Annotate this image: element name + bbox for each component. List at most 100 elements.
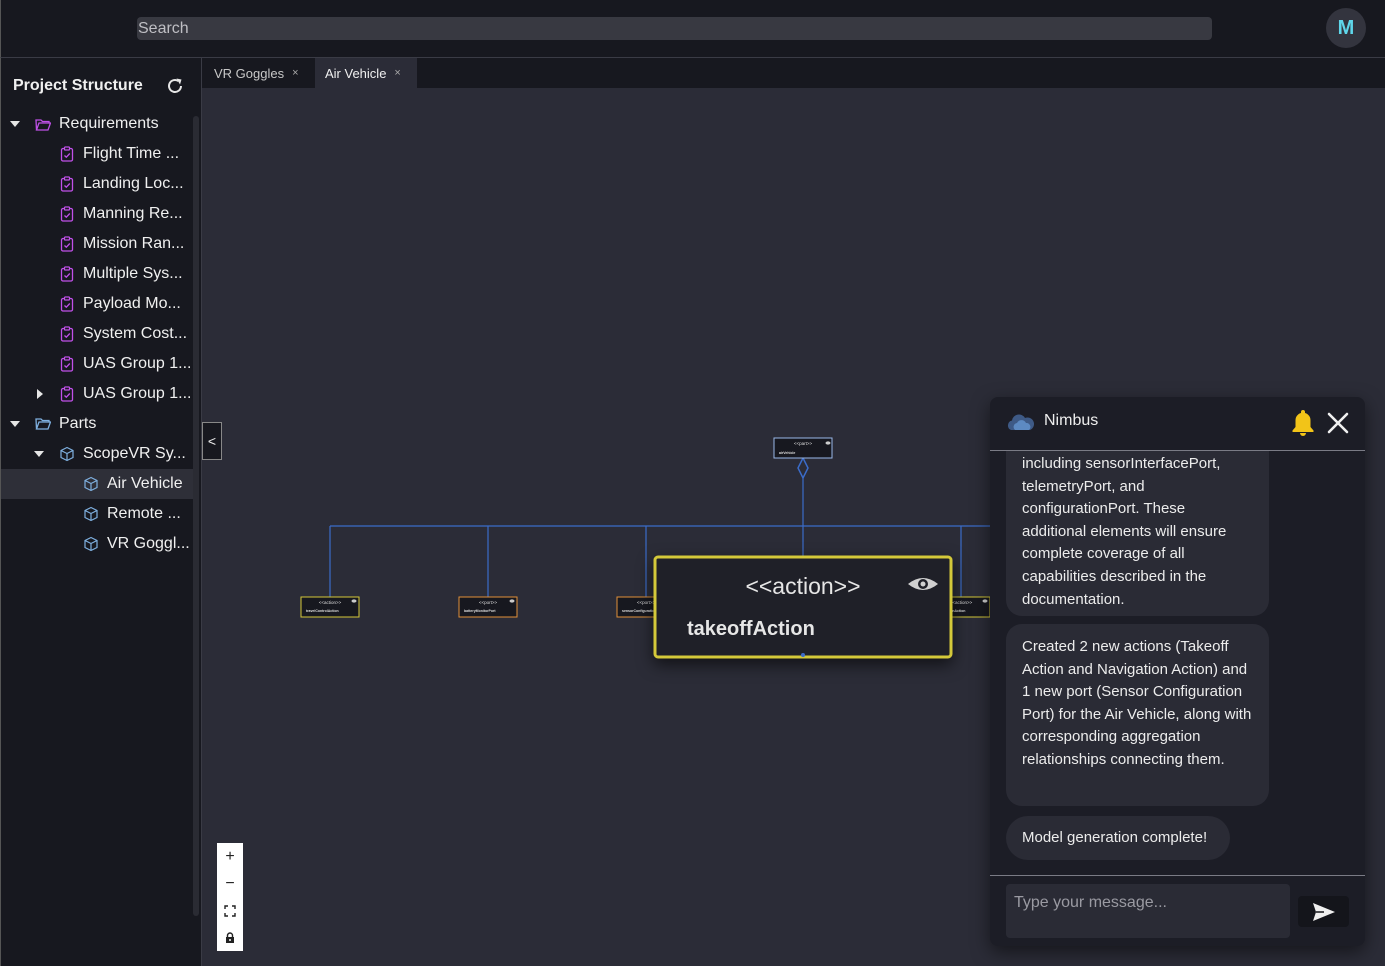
tree-item-requirement[interactable]: UAS Group 1... (1, 379, 193, 409)
project-structure-sidebar: Project Structure Requirements Flight Ti… (0, 58, 202, 966)
tree-item-label: Payload Mo... (83, 295, 181, 312)
zoom-out-button[interactable]: − (217, 870, 243, 897)
fit-view-icon (224, 904, 236, 917)
tree-item-label: Manning Re... (83, 205, 183, 222)
aggregation-diamond-icon (797, 456, 809, 480)
tab-label: VR Goggles (214, 65, 285, 81)
chat-messages: including sensorInterfacePort, telemetry… (990, 451, 1365, 874)
cube-icon (84, 536, 98, 552)
caret-down-icon[interactable] (10, 119, 20, 129)
cube-icon (84, 506, 98, 522)
node-stereotype: <<action>> (745, 573, 860, 599)
node-stereotype: <<part>> (794, 441, 813, 446)
close-icon[interactable]: × (394, 67, 400, 79)
node-name: airVehicle (779, 451, 795, 455)
zoom-in-button[interactable]: + (217, 843, 243, 870)
clipboard-check-icon (60, 236, 74, 252)
node-name: batteryMonitorPort (464, 609, 496, 613)
tree-item-label: ScopeVR Sy... (83, 445, 186, 462)
close-icon[interactable]: × (292, 67, 298, 79)
clipboard-check-icon (60, 356, 74, 372)
folder-open-icon (35, 119, 51, 131)
send-icon (1312, 902, 1335, 921)
tree-item-label: Requirements (59, 115, 159, 132)
node-name: takeoffAction (687, 618, 815, 640)
sidebar-title: Project Structure (13, 77, 143, 94)
clipboard-check-icon (60, 146, 74, 162)
fit-view-button[interactable] (217, 897, 243, 924)
tree-item-requirement[interactable]: System Cost... (1, 319, 193, 349)
tree-item-requirement[interactable]: Payload Mo... (1, 289, 193, 319)
zoom-controls: + − (217, 843, 243, 951)
node-stereotype: <<port>> (637, 600, 656, 605)
node-small[interactable]: <<action>> travelControlAction (300, 596, 360, 618)
tree-item-label: System Cost... (83, 325, 188, 342)
tab-label: Air Vehicle (325, 65, 387, 81)
tree-item-label: Mission Ran... (83, 235, 185, 252)
tree-item-requirement[interactable]: Mission Ran... (1, 229, 193, 259)
eye-icon[interactable] (982, 599, 988, 603)
eye-icon[interactable] (351, 599, 357, 603)
node-airvehicle[interactable]: <<part>> airVehicle (773, 437, 833, 459)
chat-message: Model generation complete! (1006, 816, 1230, 860)
close-icon[interactable] (1327, 412, 1349, 434)
tree-item-label: Flight Time ... (83, 145, 180, 162)
tree-item-requirement[interactable]: Flight Time ... (1, 139, 193, 169)
chat-footer (990, 875, 1365, 946)
tree-item-requirement[interactable]: Manning Re... (1, 199, 193, 229)
user-avatar[interactable]: M (1326, 8, 1366, 48)
clipboard-check-icon (60, 206, 74, 222)
clipboard-check-icon (60, 326, 74, 342)
node-small[interactable]: <<port>> batteryMonitorPort (458, 596, 518, 618)
caret-down-icon[interactable] (10, 419, 20, 429)
tree-item-label: Landing Loc... (83, 175, 184, 192)
tab-air-vehicle[interactable]: Air Vehicle × (315, 58, 417, 88)
nimbus-chat-panel: Nimbus including sensorInterfacePort, te… (990, 397, 1365, 946)
top-bar: M (0, 0, 1385, 58)
collapse-sidebar-button[interactable]: < (202, 422, 222, 460)
node-focused-takeoffaction[interactable]: <<action>> takeoffAction (653, 555, 953, 659)
project-tree: Requirements Flight Time ... Landing Loc… (1, 109, 193, 559)
caret-down-icon[interactable] (34, 449, 44, 459)
cube-icon (84, 476, 98, 492)
tree-item-part[interactable]: Remote ... (1, 499, 193, 529)
tree-folder-requirements[interactable]: Requirements (1, 109, 193, 139)
node-stereotype: <<action>> (319, 600, 342, 605)
chat-title: Nimbus (1044, 412, 1099, 429)
tree-item-part-selected[interactable]: Air Vehicle (1, 469, 193, 499)
cloud-logo-icon (1007, 414, 1034, 430)
tree-item-requirement[interactable]: Multiple Sys... (1, 259, 193, 289)
tree-item-part[interactable]: ScopeVR Sy... (1, 439, 193, 469)
refresh-icon[interactable] (165, 76, 185, 96)
clipboard-check-icon (60, 386, 74, 402)
tree-item-part[interactable]: VR Goggl... (1, 529, 193, 559)
clipboard-check-icon (60, 266, 74, 282)
caret-right-icon[interactable] (35, 389, 45, 399)
lock-icon (226, 931, 234, 943)
tree-item-label: Multiple Sys... (83, 265, 183, 282)
clipboard-check-icon (60, 296, 74, 312)
tree-folder-parts[interactable]: Parts (1, 409, 193, 439)
search-input[interactable] (137, 17, 1212, 40)
eye-icon[interactable] (825, 441, 831, 445)
editor-tabs: VR Goggles × Air Vehicle × (202, 58, 1385, 88)
tree-item-label: Air Vehicle (107, 475, 183, 492)
sidebar-scrollbar[interactable] (193, 116, 199, 916)
tree-item-label: UAS Group 1... (83, 385, 192, 402)
chat-header: Nimbus (990, 397, 1365, 451)
tab-vr-goggles[interactable]: VR Goggles × (202, 58, 315, 88)
lock-button[interactable] (217, 924, 243, 951)
tree-item-label: VR Goggl... (107, 535, 190, 552)
tree-item-label: Parts (59, 415, 97, 432)
node-stereotype: <<port>> (479, 600, 498, 605)
eye-icon[interactable] (509, 599, 515, 603)
send-button[interactable] (1298, 896, 1349, 927)
node-stereotype: <<action>> (950, 600, 973, 605)
cube-icon (60, 446, 74, 462)
message-input[interactable] (1006, 884, 1290, 938)
tree-item-label: Remote ... (107, 505, 181, 522)
tree-item-requirement[interactable]: UAS Group 1... (1, 349, 193, 379)
tree-item-label: UAS Group 1... (83, 355, 192, 372)
bell-icon[interactable] (1291, 409, 1315, 436)
tree-item-requirement[interactable]: Landing Loc... (1, 169, 193, 199)
